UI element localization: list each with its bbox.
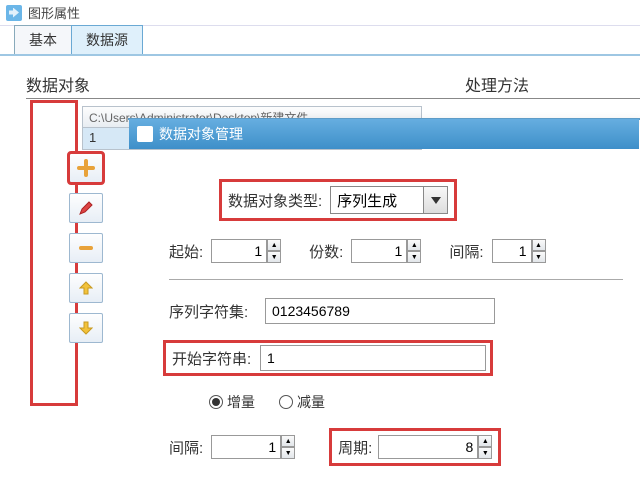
startstr-input[interactable] — [260, 345, 486, 371]
type-dropdown-button[interactable] — [423, 187, 447, 213]
interval1-label: 间隔: — [449, 241, 483, 262]
copies-up[interactable]: ▲ — [407, 239, 421, 251]
plus-icon — [77, 159, 95, 177]
separator — [169, 279, 623, 280]
interval1-spinner[interactable]: ▲▼ — [492, 239, 546, 263]
radio-increment[interactable]: 增量 — [209, 392, 255, 412]
period-spinner[interactable]: ▲▼ — [378, 435, 492, 459]
interval1-up[interactable]: ▲ — [532, 239, 546, 251]
interval2-up[interactable]: ▲ — [281, 435, 295, 447]
interval2-spinner[interactable]: ▲▼ — [211, 435, 295, 459]
interval1-input[interactable] — [492, 239, 532, 263]
type-highlight: 数据对象类型: — [219, 179, 457, 221]
tab-basic[interactable]: 基本 — [14, 25, 72, 54]
radio-increment-label: 增量 — [227, 392, 255, 412]
charset-input[interactable] — [265, 298, 495, 324]
window-title: 图形属性 — [28, 3, 80, 22]
parent-titlebar: 图形属性 — [0, 0, 640, 26]
radio-dot-icon — [209, 395, 223, 409]
period-label: 周期: — [338, 437, 372, 458]
arrow-down-icon — [79, 321, 93, 335]
pencil-icon — [78, 200, 94, 216]
period-down[interactable]: ▼ — [478, 447, 492, 459]
group-data-object-label: 数据对象 — [26, 72, 90, 96]
minus-icon — [78, 245, 94, 251]
copies-label: 份数: — [309, 241, 343, 262]
arrow-up-icon — [79, 281, 93, 295]
tab-datasource[interactable]: 数据源 — [71, 25, 143, 54]
interval1-down[interactable]: ▼ — [532, 251, 546, 263]
period-input[interactable] — [378, 435, 478, 459]
copies-input[interactable] — [351, 239, 407, 263]
period-up[interactable]: ▲ — [478, 435, 492, 447]
radio-dot-icon — [279, 395, 293, 409]
copies-down[interactable]: ▼ — [407, 251, 421, 263]
start-input[interactable] — [211, 239, 267, 263]
type-value[interactable] — [331, 187, 423, 213]
dialog-icon — [137, 126, 153, 142]
charset-label: 序列字符集: — [169, 301, 257, 322]
interval2-input[interactable] — [211, 435, 281, 459]
start-label: 起始: — [169, 241, 203, 262]
remove-button[interactable] — [69, 233, 103, 263]
radio-decrement[interactable]: 减量 — [279, 392, 325, 412]
add-button[interactable] — [69, 153, 103, 183]
interval2-down[interactable]: ▼ — [281, 447, 295, 459]
dialog-title: 数据对象管理 — [159, 124, 243, 144]
period-highlight: 周期: ▲▼ — [329, 428, 501, 466]
edit-button[interactable] — [69, 193, 103, 223]
dialog-titlebar[interactable]: 数据对象管理 — [129, 119, 639, 149]
chevron-down-icon — [431, 197, 441, 204]
move-down-button[interactable] — [69, 313, 103, 343]
type-combo[interactable] — [330, 186, 448, 214]
copies-spinner[interactable]: ▲▼ — [351, 239, 421, 263]
group-method-label: 处理方法 — [465, 72, 529, 96]
startstr-highlight: 开始字符串: — [163, 340, 493, 376]
interval2-label: 间隔: — [169, 437, 203, 458]
move-up-button[interactable] — [69, 273, 103, 303]
start-up[interactable]: ▲ — [267, 239, 281, 251]
type-label: 数据对象类型: — [228, 190, 322, 211]
app-icon — [6, 5, 22, 21]
toolbar-highlight — [30, 100, 78, 406]
data-object-manage-dialog: 数据对象管理 数据对象类型: 起始: ▲▼ — [128, 118, 640, 120]
radio-decrement-label: 减量 — [297, 392, 325, 412]
tabstrip: 基本 数据源 — [0, 26, 640, 54]
start-down[interactable]: ▼ — [267, 251, 281, 263]
start-spinner[interactable]: ▲▼ — [211, 239, 281, 263]
startstr-label: 开始字符串: — [172, 348, 260, 369]
